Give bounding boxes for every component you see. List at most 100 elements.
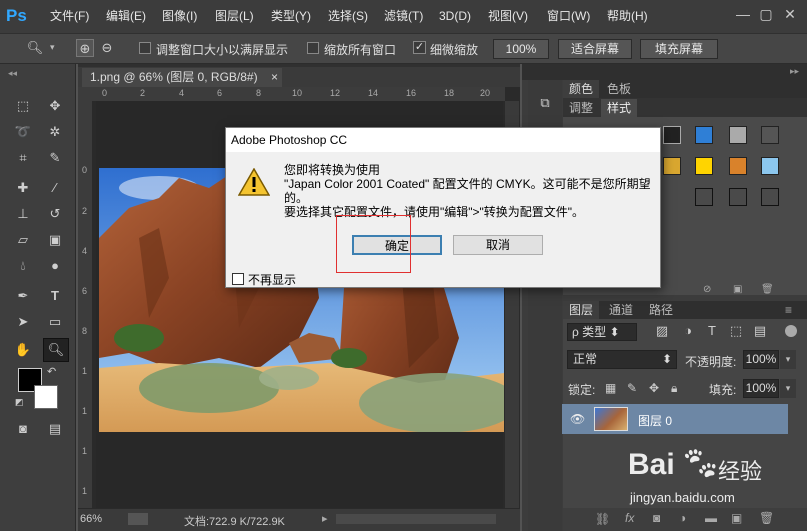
new-group-icon[interactable]: ▬ xyxy=(705,511,717,525)
menu-help[interactable]: 帮助(H) xyxy=(607,0,648,33)
crop-tool-icon[interactable]: ⌗ xyxy=(14,149,32,167)
status-menu-arrow-icon[interactable]: ▸ xyxy=(322,512,328,525)
tab-channels[interactable]: 通道 xyxy=(603,301,639,319)
pen-tool-icon[interactable]: ✒ xyxy=(14,287,32,305)
lock-transparent-icon[interactable]: ▦ xyxy=(605,381,616,395)
path-selection-tool-icon[interactable]: ➤ xyxy=(14,313,32,331)
style-swatch[interactable] xyxy=(729,157,747,175)
filter-smart-icon[interactable]: ▤ xyxy=(751,322,769,340)
collapse-panels-icon[interactable]: ▸▸ xyxy=(790,66,799,77)
swap-colors-icon[interactable]: ↶ xyxy=(47,365,56,378)
layer-mask-icon[interactable]: ◙ xyxy=(653,511,660,525)
resize-windows-checkbox[interactable] xyxy=(139,42,151,57)
screen-mode-icon[interactable]: ▤ xyxy=(46,420,64,438)
menu-filter[interactable]: 滤镜(T) xyxy=(384,0,423,33)
history-panel-icon[interactable]: ⧉ xyxy=(536,94,554,112)
brush-tool-icon[interactable]: ∕ xyxy=(46,179,64,197)
layer-visibility-eye-icon[interactable]: 👁︎ xyxy=(570,412,585,426)
style-swatch[interactable] xyxy=(761,126,779,144)
new-layer-icon[interactable]: ▣ xyxy=(731,511,742,525)
style-swatch[interactable] xyxy=(761,188,779,206)
clear-style-icon[interactable]: ⊘ xyxy=(703,284,711,295)
lasso-tool-icon[interactable]: ➰ xyxy=(14,123,32,141)
style-swatch[interactable] xyxy=(695,157,713,175)
layer-style-icon[interactable]: fx xyxy=(625,511,634,525)
blend-mode-select[interactable]: 正常 ⬍ xyxy=(567,350,677,369)
menu-layer[interactable]: 图层(L) xyxy=(215,0,254,33)
filter-type-icon[interactable]: T xyxy=(703,322,721,340)
menu-type[interactable]: 类型(Y) xyxy=(271,0,311,33)
layer-filter-select[interactable]: ρ 类型 ⬍ xyxy=(567,323,637,341)
status-nav-icon[interactable] xyxy=(128,513,148,525)
delete-style-icon[interactable]: 🗑︎ xyxy=(761,284,774,295)
fill-input[interactable]: 100% xyxy=(743,379,779,398)
fit-screen-button[interactable]: 适合屏幕 xyxy=(558,39,632,59)
rectangle-tool-icon[interactable]: ▭ xyxy=(46,313,64,331)
filter-shape-icon[interactable]: ⬚ xyxy=(727,322,745,340)
maximize-icon[interactable]: ▢ xyxy=(756,4,776,24)
style-swatch[interactable] xyxy=(729,126,747,144)
style-swatch[interactable] xyxy=(695,188,713,206)
style-swatch[interactable] xyxy=(663,126,681,144)
menu-image[interactable]: 图像(I) xyxy=(162,0,197,33)
eraser-tool-icon[interactable]: ▱ xyxy=(14,231,32,249)
background-color-swatch[interactable] xyxy=(34,385,58,409)
cancel-button[interactable]: 取消 xyxy=(453,235,543,255)
fill-dropdown-icon[interactable]: ▾ xyxy=(780,379,796,398)
style-swatch[interactable] xyxy=(729,188,747,206)
tab-color[interactable]: 颜色 xyxy=(563,80,600,98)
quick-mask-icon[interactable]: ◙ xyxy=(14,420,32,438)
lock-position-icon[interactable]: ✥ xyxy=(649,381,659,395)
tab-layers[interactable]: 图层 xyxy=(563,301,600,319)
hand-tool-icon[interactable]: ✋ xyxy=(14,341,32,359)
clone-stamp-tool-icon[interactable]: ⊥ xyxy=(14,205,32,223)
collapse-tools-icon[interactable]: ◂◂ xyxy=(8,68,17,79)
opacity-input[interactable]: 100% xyxy=(743,350,779,369)
filter-pixel-icon[interactable]: ▨ xyxy=(653,322,671,340)
link-layers-icon[interactable]: ⛓︎ xyxy=(595,512,610,526)
document-tab[interactable]: 1.png @ 66% (图层 0, RGB/8#) × xyxy=(82,68,282,87)
marquee-tool-icon[interactable]: ⬚ xyxy=(14,97,32,115)
magic-wand-tool-icon[interactable]: ✲ xyxy=(46,123,64,141)
zoom-100-button[interactable]: 100% xyxy=(493,39,549,59)
zoom-level[interactable]: 66% xyxy=(80,513,102,525)
horizontal-scrollbar[interactable] xyxy=(336,514,496,524)
tab-styles[interactable]: 样式 xyxy=(601,99,638,117)
new-style-icon[interactable]: ▣ xyxy=(733,284,742,295)
menu-view[interactable]: 视图(V) xyxy=(488,0,528,33)
eyedropper-tool-icon[interactable]: ✎ xyxy=(46,149,64,167)
panel-menu-icon[interactable]: ≡ xyxy=(785,303,792,317)
history-brush-tool-icon[interactable]: ↺ xyxy=(46,205,64,223)
zoom-tool-icon[interactable]: 🔍︎ xyxy=(43,338,69,362)
layer-name[interactable]: 图层 0 xyxy=(638,412,672,429)
filter-toggle[interactable] xyxy=(785,325,797,337)
move-tool-icon[interactable]: ✥ xyxy=(46,97,64,115)
style-swatch[interactable] xyxy=(761,157,779,175)
style-swatch[interactable] xyxy=(695,126,713,144)
style-swatch[interactable] xyxy=(663,157,681,175)
fill-screen-button[interactable]: 填充屏幕 xyxy=(640,39,718,59)
opacity-dropdown-icon[interactable]: ▾ xyxy=(780,350,796,369)
tab-swatches[interactable]: 色板 xyxy=(601,80,637,98)
menu-window[interactable]: 窗口(W) xyxy=(547,0,590,33)
menu-file[interactable]: 文件(F) xyxy=(50,0,89,33)
scrubby-zoom-checkbox[interactable]: ✓ xyxy=(413,41,426,54)
blur-tool-icon[interactable]: 💧︎ xyxy=(14,257,32,275)
zoom-out-icon[interactable]: ⊖ xyxy=(98,39,116,57)
default-colors-icon[interactable]: ◩ xyxy=(15,397,24,408)
minimize-icon[interactable]: — xyxy=(733,4,753,24)
lock-image-icon[interactable]: ✎ xyxy=(627,381,637,395)
tool-preset-chevron-icon[interactable]: ▾ xyxy=(50,42,55,53)
layer-row[interactable]: 👁︎ 图层 0 xyxy=(562,404,788,434)
gradient-tool-icon[interactable]: ▣ xyxy=(46,231,64,249)
adjustment-layer-icon[interactable]: ◑ xyxy=(679,511,686,525)
tab-paths[interactable]: 路径 xyxy=(643,301,679,319)
menu-edit[interactable]: 编辑(E) xyxy=(106,0,146,33)
type-tool-icon[interactable]: T xyxy=(46,287,64,305)
filter-adjust-icon[interactable]: ◑ xyxy=(679,322,697,340)
dodge-tool-icon[interactable]: ● xyxy=(46,257,64,275)
zoom-tool-icon[interactable]: 🔍︎ xyxy=(26,39,44,57)
zoom-in-icon[interactable]: ⊕ xyxy=(76,39,94,57)
lock-all-icon[interactable]: 🔒︎ xyxy=(671,381,677,396)
healing-brush-tool-icon[interactable]: ✚ xyxy=(14,179,32,197)
